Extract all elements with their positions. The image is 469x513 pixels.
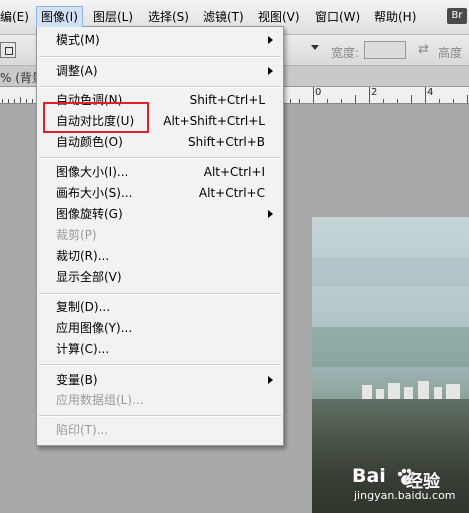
ruler-tick	[26, 99, 27, 103]
ruler-tick	[2, 99, 3, 103]
watermark-url: jingyan.baidu.com	[354, 489, 456, 502]
menu-item-image-size[interactable]: 图像大小(I)... Alt+Ctrl+I	[37, 162, 283, 182]
menu-separator	[39, 157, 281, 159]
menu-item-label: 图像大小(I)...	[56, 165, 129, 179]
ruler-tick	[8, 99, 9, 103]
ruler-tick	[369, 87, 370, 103]
menu-item-mode[interactable]: 模式(M)	[37, 30, 283, 50]
width-label: 宽度:	[331, 46, 360, 60]
menu-item-shortcut: Shift+Ctrl+B	[188, 135, 265, 149]
image-menu-dropdown: 模式(M) 调整(A) 自动色调(N) Shift+Ctrl+L 自动对比度(U…	[36, 26, 284, 446]
submenu-arrow-icon	[268, 36, 273, 44]
menu-item-trap: 陷印(T)...	[37, 420, 283, 440]
menu-window[interactable]: 窗口(W)	[315, 10, 360, 24]
image-building	[434, 387, 442, 399]
image-building	[362, 385, 372, 399]
ruler-tick	[397, 99, 398, 103]
image-building	[388, 383, 400, 399]
menu-item-label: 显示全部(V)	[56, 270, 122, 284]
menu-item-label: 裁切(R)...	[56, 249, 110, 263]
swap-icon[interactable]: ⇄	[418, 42, 429, 57]
menu-item-label: 陷印(T)...	[56, 423, 109, 437]
image-hills	[312, 327, 469, 367]
ruler-tick	[299, 99, 300, 103]
baidu-watermark: Bai 经验 jingyan.baidu.com	[350, 463, 465, 503]
menu-item-variables[interactable]: 变量(B)	[37, 370, 283, 390]
menu-separator	[39, 56, 281, 58]
ruler-tick	[341, 99, 342, 103]
menu-separator	[39, 364, 281, 366]
menu-item-canvas-size[interactable]: 画布大小(S)... Alt+Ctrl+C	[37, 183, 283, 203]
ruler-tick	[411, 95, 412, 103]
menu-edit[interactable]: 编(E)	[0, 10, 29, 24]
menu-view[interactable]: 视图(V)	[258, 10, 300, 24]
menu-item-label: 应用图像(Y)...	[56, 321, 133, 335]
ruler-tick	[425, 87, 426, 103]
menu-item-trim[interactable]: 裁切(R)...	[37, 246, 283, 266]
menu-item-shortcut: Shift+Ctrl+L	[189, 93, 265, 107]
menu-item-label: 自动颜色(O)	[56, 135, 123, 149]
ruler-tick	[453, 99, 454, 103]
ruler-tick	[14, 99, 15, 103]
menu-item-label: 变量(B)	[56, 373, 98, 387]
menu-item-adjustments[interactable]: 调整(A)	[37, 61, 283, 81]
menu-item-apply-data-set: 应用数据组(L)...	[37, 390, 283, 410]
menu-item-label: 计算(C)...	[56, 342, 110, 356]
submenu-arrow-icon	[268, 210, 273, 218]
ruler-tick	[383, 99, 384, 103]
image-building	[404, 387, 413, 399]
menu-item-label: 裁剪(P)	[56, 228, 97, 242]
menu-image[interactable]: 图像(I)	[36, 6, 83, 27]
image-haze	[312, 257, 469, 287]
menu-item-label: 复制(D)...	[56, 300, 111, 314]
menu-item-label: 应用数据组(L)...	[56, 393, 144, 407]
ruler-label-0: 0	[315, 87, 322, 98]
image-building	[376, 389, 384, 399]
height-label: 高度	[438, 46, 463, 60]
image-building	[418, 381, 429, 399]
ruler-tick	[467, 95, 468, 103]
watermark-logo: Bai	[352, 465, 386, 487]
menu-layer[interactable]: 图层(L)	[93, 10, 133, 24]
menu-item-label: 图像旋转(G)	[56, 207, 123, 221]
submenu-arrow-icon	[268, 376, 273, 384]
ruler-tick	[439, 99, 440, 103]
menu-filter[interactable]: 滤镜(T)	[203, 10, 244, 24]
ruler-tick	[327, 99, 328, 103]
menu-item-label: 画布大小(S)...	[56, 186, 133, 200]
ruler-tick	[20, 97, 21, 103]
bridge-icon[interactable]: Br	[447, 8, 467, 24]
ruler-tick	[355, 95, 356, 103]
menu-item-reveal-all[interactable]: 显示全部(V)	[37, 267, 283, 287]
menu-item-apply-image[interactable]: 应用图像(Y)...	[37, 318, 283, 338]
menu-item-duplicate[interactable]: 复制(D)...	[37, 297, 283, 317]
menu-item-crop: 裁剪(P)	[37, 225, 283, 245]
menu-item-calculations[interactable]: 计算(C)...	[37, 339, 283, 359]
menu-separator	[39, 86, 281, 88]
menu-item-shortcut: Alt+Shift+Ctrl+L	[163, 114, 265, 128]
ruler-label-4: 4	[427, 87, 434, 98]
ruler-tick	[290, 99, 291, 103]
annotation-highlight-box	[43, 102, 149, 133]
menu-item-auto-color[interactable]: 自动颜色(O) Shift+Ctrl+B	[37, 132, 283, 152]
ruler-label-2: 2	[371, 87, 378, 98]
ruler-tick	[313, 87, 314, 103]
menu-separator	[39, 415, 281, 417]
menu-item-shortcut: Alt+Ctrl+C	[198, 186, 265, 200]
menu-item-image-rotation[interactable]: 图像旋转(G)	[37, 204, 283, 224]
menu-help[interactable]: 帮助(H)	[374, 10, 416, 24]
submenu-arrow-icon	[268, 67, 273, 75]
menu-separator	[39, 293, 281, 295]
width-field[interactable]	[364, 41, 406, 59]
chevron-down-icon[interactable]	[311, 45, 319, 50]
ruler-tick	[32, 99, 33, 103]
menu-item-label: 模式(M)	[56, 33, 100, 47]
menu-item-shortcut: Alt+Ctrl+I	[203, 165, 265, 179]
image-building	[446, 384, 460, 399]
tool-preset-icon[interactable]	[0, 42, 16, 58]
menu-select[interactable]: 选择(S)	[148, 10, 189, 24]
menu-item-label: 调整(A)	[56, 64, 98, 78]
